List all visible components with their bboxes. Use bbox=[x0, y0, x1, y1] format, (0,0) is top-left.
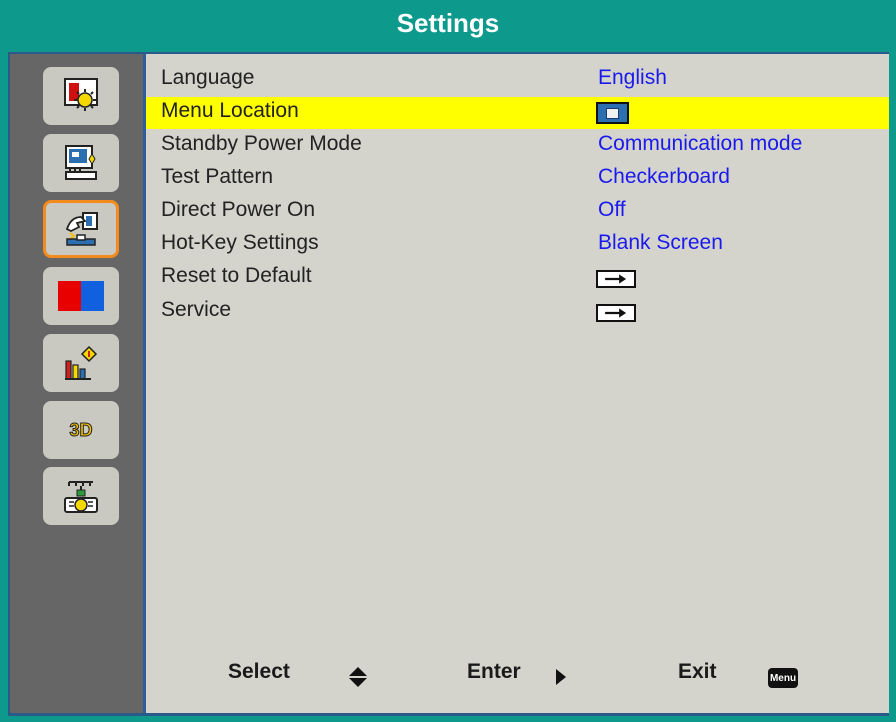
menu-row-standby-power-mode[interactable]: Standby Power Mode Communication mode bbox=[146, 130, 889, 162]
sidebar-item-color[interactable] bbox=[43, 267, 119, 325]
sidebar-item-3d[interactable]: 3D bbox=[43, 401, 119, 459]
3d-icon: 3D bbox=[69, 419, 93, 440]
sidebar-item-settings[interactable] bbox=[43, 200, 119, 258]
menu-location-icon[interactable] bbox=[596, 102, 629, 124]
page-title: Settings bbox=[396, 7, 500, 38]
menu-label-service: Service bbox=[161, 298, 232, 321]
menu-label-test-pattern: Test Pattern bbox=[161, 165, 274, 188]
sidebar-item-picture[interactable] bbox=[43, 67, 119, 125]
menu-value-direct-power-on[interactable]: Off bbox=[598, 198, 626, 222]
screen-icon bbox=[65, 145, 97, 180]
menu-row-language[interactable]: Language English bbox=[146, 64, 889, 96]
menu-row-service[interactable]: Service bbox=[146, 296, 889, 328]
sidebar-item-information[interactable] bbox=[43, 334, 119, 392]
menu-row-menu-location[interactable]: Menu Location bbox=[146, 97, 889, 129]
color-icon bbox=[58, 281, 104, 311]
picture-icon bbox=[64, 78, 98, 111]
footer-exit-label: Exit bbox=[678, 660, 717, 683]
menu-label-direct-power-on: Direct Power On bbox=[161, 198, 316, 221]
menu-row-test-pattern[interactable]: Test Pattern Checkerboard bbox=[146, 163, 889, 195]
menu-label-language: Language bbox=[161, 66, 255, 89]
information-icon bbox=[65, 345, 98, 380]
menu-row-reset-to-default[interactable]: Reset to Default bbox=[146, 262, 889, 294]
up-down-arrows-icon bbox=[349, 667, 367, 687]
network-icon bbox=[64, 481, 98, 513]
menu-row-hot-key-settings[interactable]: Hot-Key Settings Blank Screen bbox=[146, 229, 889, 261]
menu-value-test-pattern[interactable]: Checkerboard bbox=[598, 165, 730, 189]
menu-label-menu-location: Menu Location bbox=[161, 99, 299, 122]
menu-key-icon: Menu bbox=[768, 668, 798, 688]
menu-label-reset-to-default: Reset to Default bbox=[161, 264, 312, 287]
sidebar-item-network[interactable] bbox=[43, 467, 119, 525]
menu-value-language[interactable]: English bbox=[598, 66, 667, 90]
menu-row-direct-power-on[interactable]: Direct Power On Off bbox=[146, 196, 889, 228]
sidebar-item-screen[interactable] bbox=[43, 134, 119, 192]
enter-arrow-icon[interactable] bbox=[596, 270, 636, 288]
enter-arrow-icon[interactable] bbox=[596, 304, 636, 322]
menu-label-hot-key-settings: Hot-Key Settings bbox=[161, 231, 319, 254]
menu-value-hot-key-settings[interactable]: Blank Screen bbox=[598, 231, 723, 255]
menu-label-standby-power-mode: Standby Power Mode bbox=[161, 132, 362, 155]
menu-key-label: Menu bbox=[769, 672, 797, 684]
menu-value-standby-power-mode[interactable]: Communication mode bbox=[598, 132, 802, 156]
right-arrow-icon bbox=[556, 669, 566, 685]
title-bar: Settings bbox=[0, 0, 896, 46]
settings-hand-icon bbox=[65, 212, 98, 246]
footer-select-label: Select bbox=[228, 660, 290, 683]
footer-enter-label: Enter bbox=[467, 660, 521, 683]
